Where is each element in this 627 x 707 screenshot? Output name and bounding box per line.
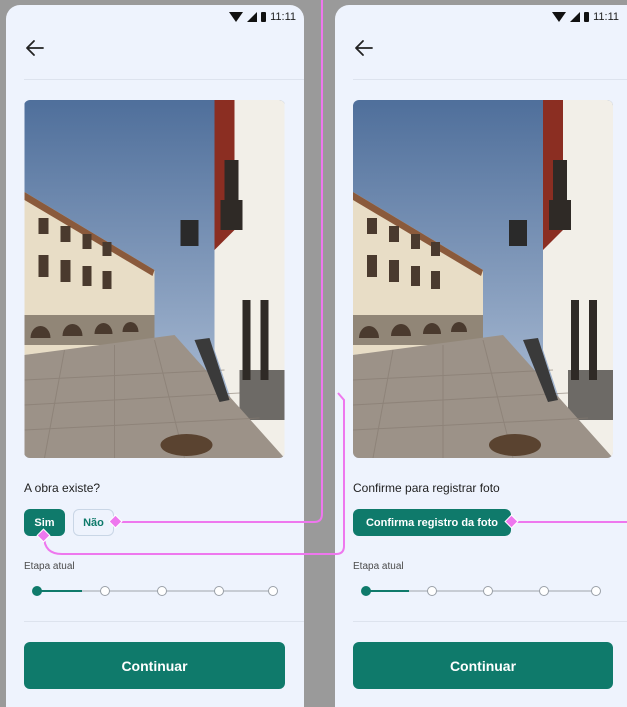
footer-divider [353, 621, 627, 622]
status-time: 11:11 [270, 11, 296, 23]
step-dot-3 [157, 586, 167, 596]
photo-street-scene [353, 100, 613, 458]
signal-icon [570, 12, 581, 22]
step-dot-2 [427, 586, 437, 596]
step-dot-1 [361, 586, 371, 596]
stage-label: Etapa atual [24, 561, 75, 572]
question-text: A obra existe? [24, 481, 101, 495]
status-bar: 11:11 [552, 10, 619, 24]
step-dot-5 [268, 586, 278, 596]
phone-screen-1: 11:11 A obra existe? Sim Não Etapa atual… [6, 5, 304, 707]
continue-button[interactable]: Continuar [353, 642, 613, 689]
question-text: Confirme para registrar foto [353, 481, 500, 495]
signal-icon [247, 12, 258, 22]
footer-divider [24, 621, 304, 622]
stepper-track-done [365, 590, 409, 592]
status-bar: 11:11 [229, 10, 296, 24]
no-button[interactable]: Não [73, 509, 114, 536]
arrow-back-icon[interactable] [24, 37, 46, 59]
step-dot-2 [100, 586, 110, 596]
step-dot-3 [483, 586, 493, 596]
stage-label: Etapa atual [353, 561, 404, 572]
step-dot-5 [591, 586, 601, 596]
header-divider [24, 79, 304, 80]
step-dot-4 [539, 586, 549, 596]
flow-canvas: 11:11 A obra existe? Sim Não Etapa atual… [0, 0, 627, 707]
wifi-icon [552, 12, 567, 22]
stepper-track-done [36, 590, 82, 592]
progress-stepper [32, 585, 278, 597]
battery-icon [261, 12, 267, 22]
status-time: 11:11 [593, 11, 619, 23]
photo-street-scene [24, 100, 285, 458]
wifi-icon [229, 12, 244, 22]
continue-button[interactable]: Continuar [24, 642, 285, 689]
battery-icon [584, 12, 590, 22]
arrow-back-icon[interactable] [353, 37, 375, 59]
step-dot-4 [214, 586, 224, 596]
confirm-photo-button[interactable]: Confirma registro da foto [353, 509, 511, 536]
yes-button[interactable]: Sim [24, 509, 65, 536]
progress-stepper [361, 585, 601, 597]
step-dot-1 [32, 586, 42, 596]
phone-screen-2: 11:11 Confirme para registrar foto Confi… [335, 5, 627, 707]
header-divider [353, 79, 627, 80]
